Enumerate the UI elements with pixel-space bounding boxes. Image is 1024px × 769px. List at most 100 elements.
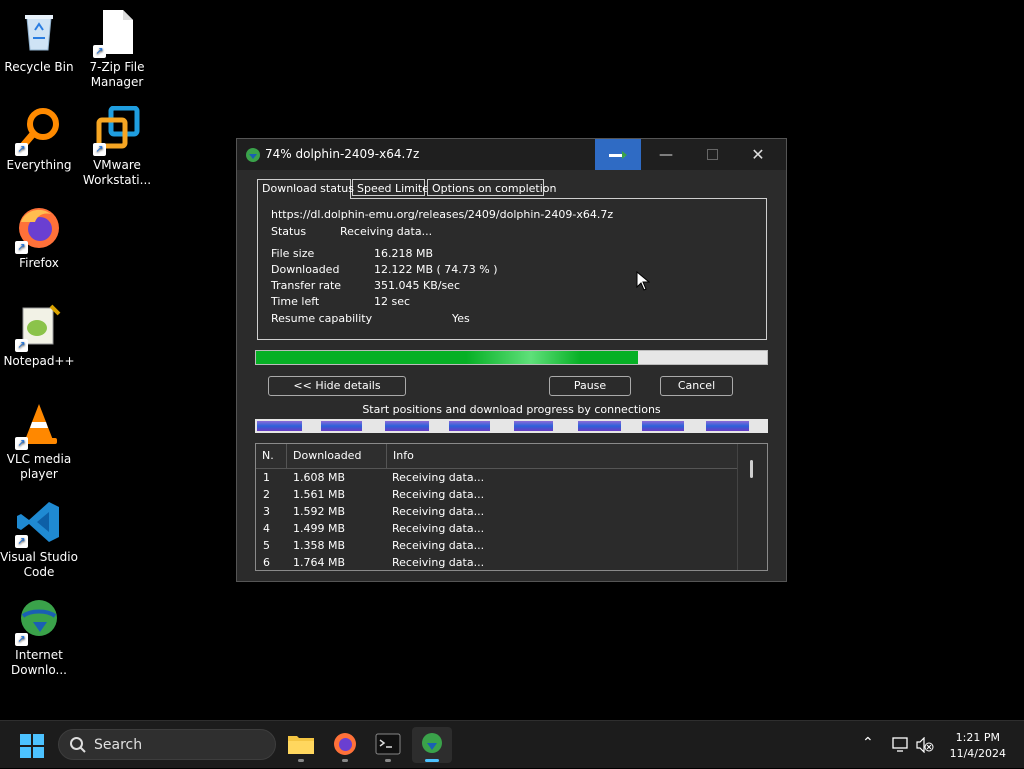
desktop-icon-label: VLC media player [6,452,72,481]
start-button[interactable] [20,734,44,758]
connection-progress-segment [577,421,621,431]
notepad-plus-plus-icon: ↗ [15,302,63,352]
table-cell-downloaded: 1.499 MB [293,522,346,535]
table-row[interactable]: 2 1.561 MB Receiving data... [256,486,738,503]
desktop-icon-vmware[interactable]: ↗ VMware Workstati... [78,105,156,188]
column-header-downloaded[interactable]: Downloaded [287,444,387,468]
table-cell-info: Receiving data... [392,522,485,535]
maximize-button[interactable] [689,139,735,170]
resume-capability-label: Resume capability [271,312,373,325]
tab-options-on-completion[interactable]: Options on completion [427,179,557,196]
taskbar-terminal[interactable] [368,727,408,763]
search-icon [70,737,86,753]
table-cell-n: 2 [263,488,270,501]
table-cell-n: 3 [263,505,270,518]
tab-download-status[interactable]: Download status [257,179,354,199]
table-row[interactable]: 3 1.592 MB Receiving data... [256,503,738,520]
transfer-rate-value: 351.045 KB/sec [374,279,460,292]
title-bar[interactable]: 74% dolphin-2409-x64.7z — ✕ [237,139,786,170]
file-size-label: File size [271,247,315,260]
shortcut-arrow-icon: ↗ [15,143,28,156]
idm-app-icon [245,147,261,163]
desktop-icon-label: Firefox [19,256,59,270]
system-tray: ⌃ 1:21 PM 11/4/2024 [850,721,1024,769]
taskbar: Search ⌃ 1:21 PM 11/4/2024 [0,720,1024,768]
table-row[interactable]: 4 1.499 MB Receiving data... [256,520,738,537]
volume-muted-icon[interactable] [916,737,934,753]
close-button[interactable]: ✕ [735,139,781,170]
vmware-icon: ↗ [93,105,141,156]
cancel-button[interactable]: Cancel [660,376,733,396]
connection-progress-segment [321,421,362,431]
resume-capability-value: Yes [452,312,470,325]
table-cell-n: 6 [263,556,270,569]
desktop-icon-7zip[interactable]: ↗ 7-Zip File Manager [78,8,156,90]
network-icon[interactable] [892,737,910,753]
taskbar-firefox[interactable] [325,727,365,763]
download-status-panel: https://dl.dolphin-emu.org/releases/2409… [257,198,767,340]
table-cell-downloaded: 1.358 MB [293,539,346,552]
minimize-button[interactable]: — [643,139,689,170]
show-hidden-icons-chevron-icon[interactable]: ⌃ [862,735,874,751]
clock-date: 11/4/2024 [949,747,1006,760]
desktop-icon-label: Internet Downlo... [11,648,67,677]
button-label: Pause [573,379,607,392]
desktop-icon-vlc[interactable]: ↗ VLC media player [0,400,78,482]
button-label: << Hide details [293,379,381,392]
desktop-icon-notepadpp[interactable]: ↗ Notepad++ [0,302,78,369]
desktop-icon-idm[interactable]: ↗ Internet Downlo... [0,596,78,678]
clock[interactable]: 1:21 PM 11/4/2024 [950,730,1006,762]
vertical-scrollbar[interactable] [737,444,767,570]
downloaded-value: 12.122 MB ( 74.73 % ) [374,263,498,276]
status-label: Status [271,225,307,238]
table-row[interactable]: 6 1.764 MB Receiving data... [256,554,738,570]
windows-logo-icon [20,734,44,758]
taskbar-internet-download-manager[interactable] [412,727,452,763]
desktop-icon-recycle-bin[interactable]: Recycle Bin [0,8,78,75]
desktop-icon-label: VMware Workstati... [82,158,152,187]
desktop-icon-vscode[interactable]: ↗ Visual Studio Code [0,498,78,580]
tab-label: Options on completion [432,182,557,195]
desktop-icon-label: Visual Studio Code [0,550,78,579]
close-icon: ✕ [751,145,765,164]
firefox-icon: ↗ [15,204,63,254]
hide-details-button[interactable]: << Hide details [268,376,406,396]
table-cell-downloaded: 1.608 MB [293,471,346,484]
vscode-icon: ↗ [15,498,63,548]
table-cell-info: Receiving data... [392,556,485,569]
search-placeholder: Search [94,737,143,753]
tray-arrow-icon [609,150,627,159]
terminal-icon [375,733,401,755]
tab-speed-limiter[interactable]: Speed Limiter [352,179,434,196]
minimize-icon: — [659,146,673,163]
maximize-icon [706,149,718,160]
download-url: https://dl.dolphin-emu.org/releases/2409… [271,208,614,221]
table-cell-info: Receiving data... [392,539,485,552]
firefox-icon [334,733,356,755]
column-header-n[interactable]: N. [256,444,287,468]
desktop-icon-everything[interactable]: ↗ Everything [0,106,78,173]
table-row[interactable]: 1 1.608 MB Receiving data... [256,469,738,486]
connection-progress-segment [385,421,429,431]
table-cell-downloaded: 1.592 MB [293,505,346,518]
desktop-icon-firefox[interactable]: ↗ Firefox [0,204,78,271]
document-icon: ↗ [93,8,141,58]
recycle-bin-icon [15,8,63,56]
taskbar-search-box[interactable]: Search [58,729,276,760]
desktop-icon-label: Recycle Bin [4,60,74,74]
scrollbar-thumb[interactable] [750,460,753,478]
magnifier-icon: ↗ [15,106,63,156]
table-cell-info: Receiving data... [392,488,485,501]
download-progress-window: 74% dolphin-2409-x64.7z — ✕ Download sta… [236,138,787,582]
desktop-icon-label: Notepad++ [3,354,75,368]
shortcut-arrow-icon: ↗ [15,535,28,548]
table-cell-info: Receiving data... [392,471,485,484]
minimize-to-tray-button[interactable] [595,139,641,170]
table-row[interactable]: 5 1.358 MB Receiving data... [256,537,738,554]
column-header-info[interactable]: Info [387,444,738,468]
table-header: N. Downloaded Info [256,444,738,469]
connection-progress-segment [513,421,554,431]
table-cell-info: Receiving data... [392,505,485,518]
pause-button[interactable]: Pause [549,376,631,396]
taskbar-file-explorer[interactable] [281,727,321,763]
